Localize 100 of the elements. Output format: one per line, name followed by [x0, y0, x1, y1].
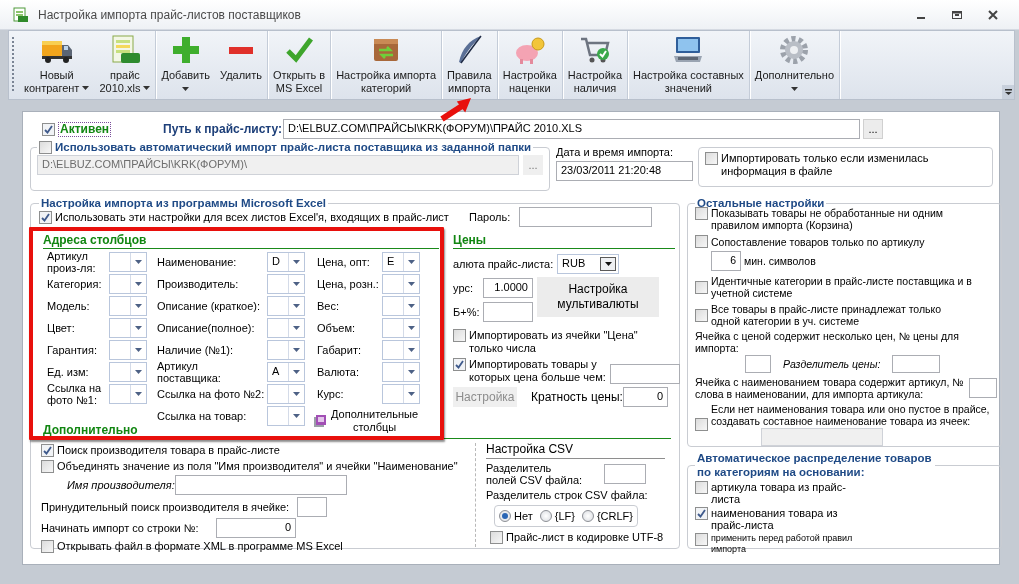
browse-button[interactable]: ... [863, 119, 883, 139]
field-label: Наличие (№1): [157, 344, 234, 356]
checkbox[interactable] [490, 531, 503, 544]
dropdown[interactable] [109, 318, 147, 338]
field-label: Объем: [317, 322, 357, 334]
checkbox[interactable] [695, 308, 708, 322]
text-field[interactable] [761, 428, 883, 446]
dropdown[interactable] [109, 252, 147, 272]
checkbox[interactable] [705, 152, 718, 165]
text-field[interactable]: 0 [216, 518, 296, 538]
checkbox[interactable] [453, 329, 466, 342]
text-field[interactable]: 0 [623, 387, 668, 407]
radio-button[interactable] [581, 510, 594, 522]
text-field[interactable]: 23/03/2011 21:20:48 [556, 161, 693, 181]
text-field[interactable] [175, 475, 347, 495]
checkbox[interactable] [695, 207, 708, 220]
dropdown[interactable] [109, 362, 147, 382]
text-field[interactable] [297, 497, 327, 517]
text-field[interactable]: D:\ELBUZ.COM\ПРАЙСЫ\KRK(ФОРУМ)\ПРАЙС 2010.XLS [283, 119, 860, 139]
checkbox-label: наименования товара из прайс-листа [711, 507, 839, 531]
dropdown[interactable] [109, 340, 147, 360]
dropdown[interactable] [267, 296, 305, 316]
toolbar-button[interactable]: Настройка составных значений [628, 31, 749, 99]
dropdown[interactable] [109, 296, 147, 316]
field-label: урс: [453, 281, 475, 295]
text-field[interactable] [609, 364, 680, 384]
text-field[interactable]: 1.0000 [483, 278, 533, 298]
text-field[interactable]: 6 [711, 251, 741, 271]
dropdown[interactable] [382, 296, 420, 316]
dropdown[interactable] [382, 362, 420, 382]
dropdown[interactable]: A [267, 362, 305, 382]
checkbox[interactable] [695, 280, 708, 294]
dropdown[interactable]: RUB [557, 254, 619, 274]
field-label: Ссылка на товар: [157, 410, 248, 422]
dropdown[interactable] [109, 274, 147, 294]
dropdown[interactable]: E [382, 252, 420, 272]
toolbar-button[interactable]: Правила импорта [442, 31, 497, 99]
toolbar-button[interactable]: Удалить [215, 31, 267, 99]
dropdown[interactable] [109, 384, 147, 404]
field-label: Описание(полное): [157, 322, 256, 334]
text-field[interactable] [892, 355, 941, 373]
radio-label: {LF} [554, 509, 575, 523]
maximize-icon[interactable] [951, 8, 963, 21]
checkbox[interactable] [453, 358, 466, 371]
dropdown[interactable] [382, 318, 420, 338]
checkbox[interactable] [695, 507, 708, 520]
radio-button[interactable] [539, 510, 552, 522]
field-label: Ячейка с наименованием товара содержит артикул, № слова в наименовании, для импорта артикула: [695, 376, 965, 400]
toolbar-button[interactable]: прайс 2010.xls [94, 31, 156, 99]
dropdown[interactable] [267, 340, 305, 360]
toolbar-button[interactable]: Настройка наценки [497, 31, 562, 99]
text-field[interactable] [519, 207, 652, 227]
annotation-arrow [440, 98, 471, 122]
dropdown[interactable] [267, 406, 305, 426]
extra-columns-button[interactable]: Дополнительные столбцы [331, 408, 419, 434]
toolbar-button[interactable]: Настройка импорта категорий [331, 31, 442, 99]
columns-icon [313, 414, 327, 428]
text-field[interactable] [483, 302, 533, 322]
caret-icon [135, 370, 142, 374]
dropdown[interactable] [382, 274, 420, 294]
dropdown[interactable] [267, 274, 305, 294]
checkbox-label: Прайс-лист в кодировке UTF-8 [506, 531, 664, 544]
text-field[interactable]: D:\ELBUZ.COM\ПРАЙСЫ\KRK(ФОРУМ)\ [37, 155, 519, 175]
field-label: Наименование: [157, 256, 238, 268]
checkbox[interactable] [695, 418, 708, 431]
checkbox[interactable] [39, 141, 52, 154]
toolbar-button[interactable]: Новый контрагент [19, 31, 95, 99]
chevron-icon [1004, 89, 1012, 95]
checkbox-label: Если нет наименования товара или оно пустое в прайсе, создавать составное наименование товара из ячеек: [711, 403, 991, 427]
dropdown[interactable] [267, 318, 305, 338]
dropdown[interactable]: D [267, 252, 305, 272]
text-field[interactable] [604, 464, 646, 484]
checkbox[interactable] [41, 460, 54, 473]
toolbar-button[interactable]: Открыть в MS Excel [268, 31, 331, 99]
checkbox[interactable] [42, 122, 55, 136]
checkbox-label: Сопоставление товаров только по артикулу [711, 235, 925, 248]
toolbar-button[interactable]: Дополнительно [749, 31, 839, 99]
field-label: Артикул произ-ля: [47, 250, 97, 274]
field-label: Пароль: [469, 210, 512, 224]
radio-button[interactable] [499, 510, 511, 522]
checkbox[interactable] [41, 444, 54, 457]
checkbox[interactable] [39, 210, 52, 224]
field-label: Ссылка на фото №2: [157, 388, 266, 400]
checkbox[interactable] [695, 235, 708, 248]
dropdown[interactable] [382, 340, 420, 360]
checkbox[interactable] [41, 540, 54, 553]
caret-icon [293, 326, 300, 330]
text-field[interactable] [745, 355, 771, 373]
checkbox[interactable] [695, 533, 708, 546]
close-icon[interactable] [987, 8, 999, 21]
dropdown[interactable] [267, 384, 305, 404]
text-field[interactable] [969, 378, 997, 398]
radio-label: {CRLF} [596, 509, 633, 523]
toolbar-overflow-button[interactable] [1002, 85, 1014, 99]
toolbar-button[interactable]: Добавить [156, 31, 215, 99]
dropdown[interactable] [382, 384, 420, 404]
checkbox[interactable] [695, 481, 708, 494]
toolbar-button[interactable]: Настройка наличия [562, 31, 627, 99]
multicurrency-button[interactable]: Настройка мультивалюты [537, 277, 659, 317]
browse-button[interactable]: ... [523, 155, 543, 175]
